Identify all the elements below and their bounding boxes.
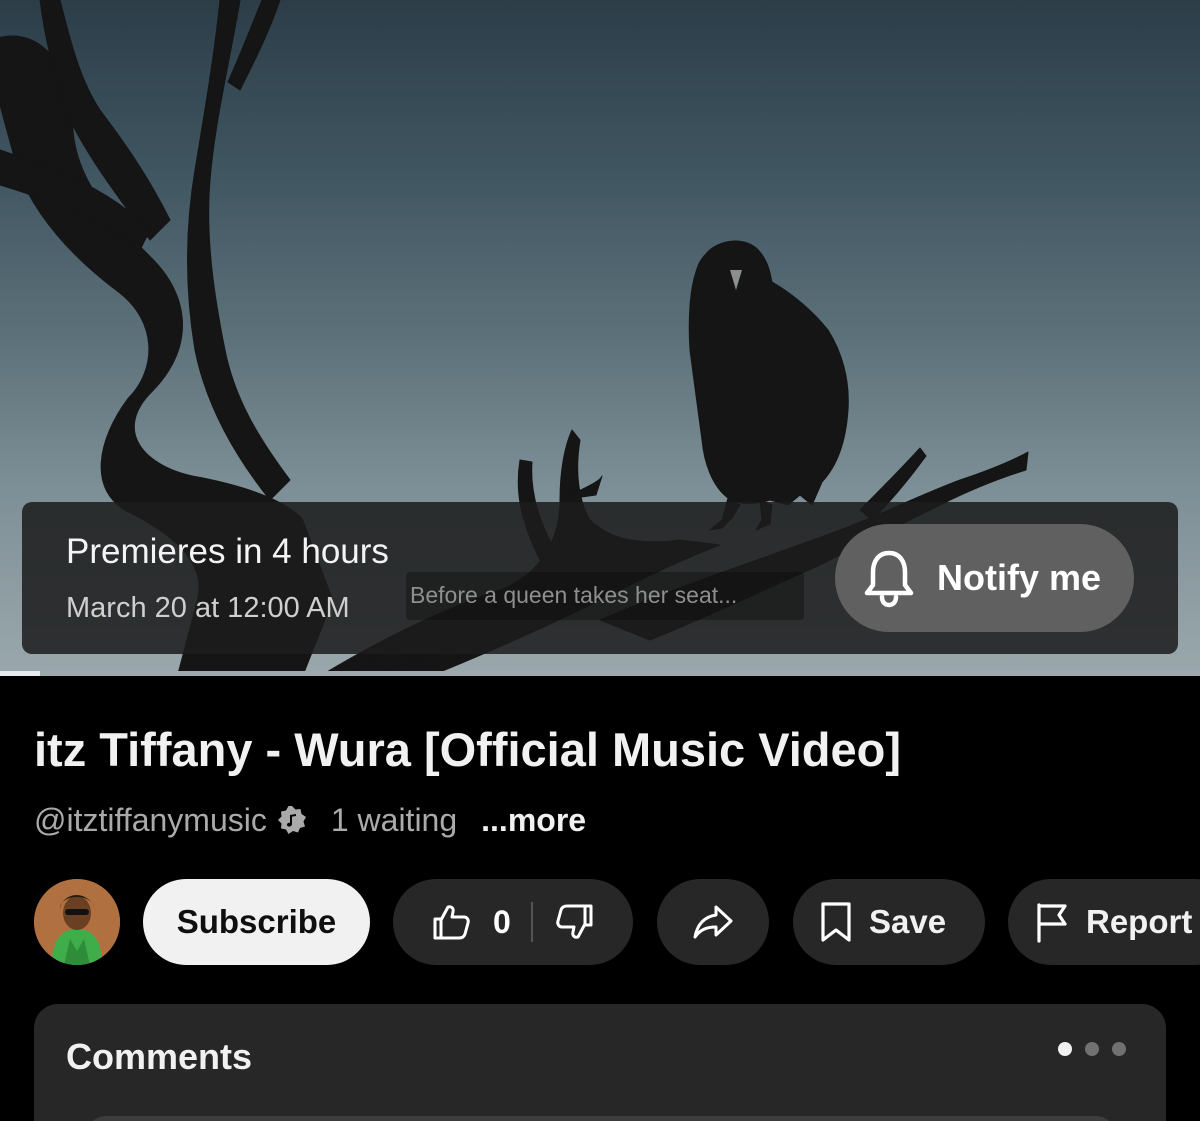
video-progress-played <box>0 671 40 676</box>
comments-pager-dots <box>1058 1042 1139 1056</box>
video-player[interactable]: Premieres in 4 hours March 20 at 12:00 A… <box>0 0 1200 676</box>
channel-handle[interactable]: @itztiffanymusic <box>34 802 267 839</box>
comment-preview[interactable] <box>86 1116 1116 1121</box>
music-note-verified-icon <box>277 806 306 834</box>
pager-dot-active <box>1058 1042 1072 1056</box>
subscribe-label: Subscribe <box>176 903 337 940</box>
premiere-date: March 20 at 12:00 AM <box>66 592 350 624</box>
subscribe-button[interactable]: Subscribe <box>143 879 370 965</box>
channel-avatar[interactable] <box>34 879 120 965</box>
report-label: Report <box>1086 903 1193 940</box>
waiting-count: 1 waiting <box>330 801 458 838</box>
like-divider <box>530 902 533 942</box>
premiere-status: Premieres in 4 hours <box>66 532 389 571</box>
premiere-teaser-text: Before a queen takes her seat... <box>406 572 804 620</box>
comments-heading: Comments <box>66 1036 253 1077</box>
video-title: itz Tiffany - Wura [Official Music Video… <box>34 723 901 776</box>
pager-dot <box>1085 1042 1099 1056</box>
save-label: Save <box>869 903 947 940</box>
notify-me-button[interactable]: Notify me <box>835 524 1134 632</box>
share-icon <box>693 905 733 939</box>
video-meta-row: @itztiffanymusic 1 waiting ...more <box>34 800 586 840</box>
report-button[interactable]: Report <box>1008 879 1200 965</box>
bell-icon <box>864 550 914 608</box>
save-button[interactable]: Save <box>793 879 985 965</box>
share-button[interactable] <box>657 879 769 965</box>
more-link[interactable]: ...more <box>481 802 586 839</box>
pager-dot <box>1112 1042 1126 1056</box>
avatar-image <box>34 879 120 965</box>
thumbs-up-icon[interactable] <box>431 902 471 942</box>
video-progress-bar[interactable] <box>0 671 1200 676</box>
like-count: 0 <box>493 903 511 940</box>
like-dislike-group: 0 <box>393 879 633 965</box>
notify-me-label: Notify me <box>937 557 1102 598</box>
thumbs-down-icon[interactable] <box>555 902 595 942</box>
flag-icon <box>1037 903 1067 943</box>
premiere-panel: Premieres in 4 hours March 20 at 12:00 A… <box>22 502 1178 654</box>
bookmark-icon <box>821 902 851 942</box>
comments-card[interactable]: Comments <box>34 1004 1166 1121</box>
